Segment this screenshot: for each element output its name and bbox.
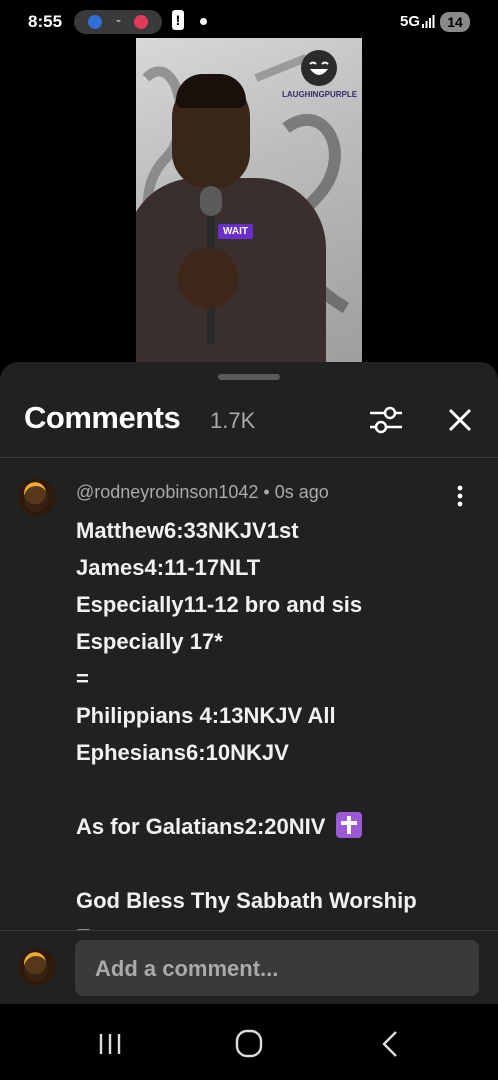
comment-line: James4:11-17NLT (76, 555, 261, 580)
comment-meta: @rodneyrobinson1042 • 0s ago (76, 482, 329, 503)
comment-line: God Bless Thy Sabbath Worship (76, 888, 417, 913)
channel-name: LAUGHINGPURPLE (282, 90, 358, 99)
comment-line: Everyone (76, 919, 476, 930)
microphone (200, 186, 222, 216)
latin-cross-emoji-icon (335, 812, 362, 838)
notification-pill: - (74, 10, 162, 34)
pistons-icon (134, 15, 148, 29)
battery-level: 14 (440, 12, 470, 32)
notification-dot-icon (200, 18, 207, 25)
comment-line: As for Galatians2:20NIV (76, 814, 326, 839)
back-icon[interactable] (370, 1026, 410, 1062)
performer-hair (176, 74, 246, 108)
home-icon[interactable] (229, 1026, 269, 1062)
performer-hands (178, 248, 238, 308)
caption-tag: WAIT (218, 224, 253, 239)
comment-line: Especially 17* (76, 629, 223, 654)
close-icon[interactable] (440, 400, 480, 440)
drag-handle[interactable] (218, 374, 280, 380)
alert-icon: ! (172, 10, 184, 30)
comment-line-with-emoji: As for Galatians2:20NIV (76, 808, 476, 845)
channel-watermark: LAUGHINGPURPLE (282, 50, 358, 110)
comment-line: Ephesians6:10NKJV (76, 740, 289, 765)
add-comment-input[interactable]: Add a comment... (75, 940, 479, 996)
comment-text: Matthew6:33NKJV1st James4:11-17NLT Espec… (76, 512, 476, 930)
comments-sheet: Comments 1.7K @rodneyrobinson1042 • 0s a… (0, 362, 498, 1004)
avatar[interactable] (18, 478, 56, 516)
comment-line: Matthew6:33NKJV1st (76, 518, 299, 543)
user-avatar (18, 948, 56, 986)
mavericks-icon (88, 15, 102, 29)
comments-count: 1.7K (210, 408, 256, 433)
system-nav-bar (0, 1004, 498, 1080)
comment-line (76, 845, 476, 882)
comment-time: 0s ago (274, 482, 329, 502)
comment-line: Philippians 4:13NKJV All (76, 703, 336, 728)
comment-item: @rodneyrobinson1042 • 0s ago Matthew6:33… (0, 458, 498, 930)
signal-icon (422, 15, 435, 28)
meta-separator: • (258, 482, 275, 502)
filter-sliders-icon[interactable] (366, 400, 406, 440)
comment-line: = (76, 666, 89, 691)
comment-author[interactable]: @rodneyrobinson1042 (76, 482, 258, 502)
pill-separator: - (116, 12, 121, 29)
comment-line (76, 771, 476, 808)
footer-divider (0, 930, 498, 931)
add-comment-placeholder: Add a comment... (95, 956, 279, 981)
status-time: 8:55 (28, 12, 63, 31)
network-type: 5G (399, 13, 420, 30)
more-vertical-icon[interactable] (446, 482, 474, 510)
video-player[interactable]: WAIT LAUGHINGPURPLE (136, 38, 362, 363)
laughing-face-icon (301, 50, 337, 86)
comment-line: Especially11-12 bro and sis (76, 592, 363, 617)
comments-title: Comments (24, 400, 181, 435)
recent-apps-icon[interactable] (90, 1026, 130, 1062)
